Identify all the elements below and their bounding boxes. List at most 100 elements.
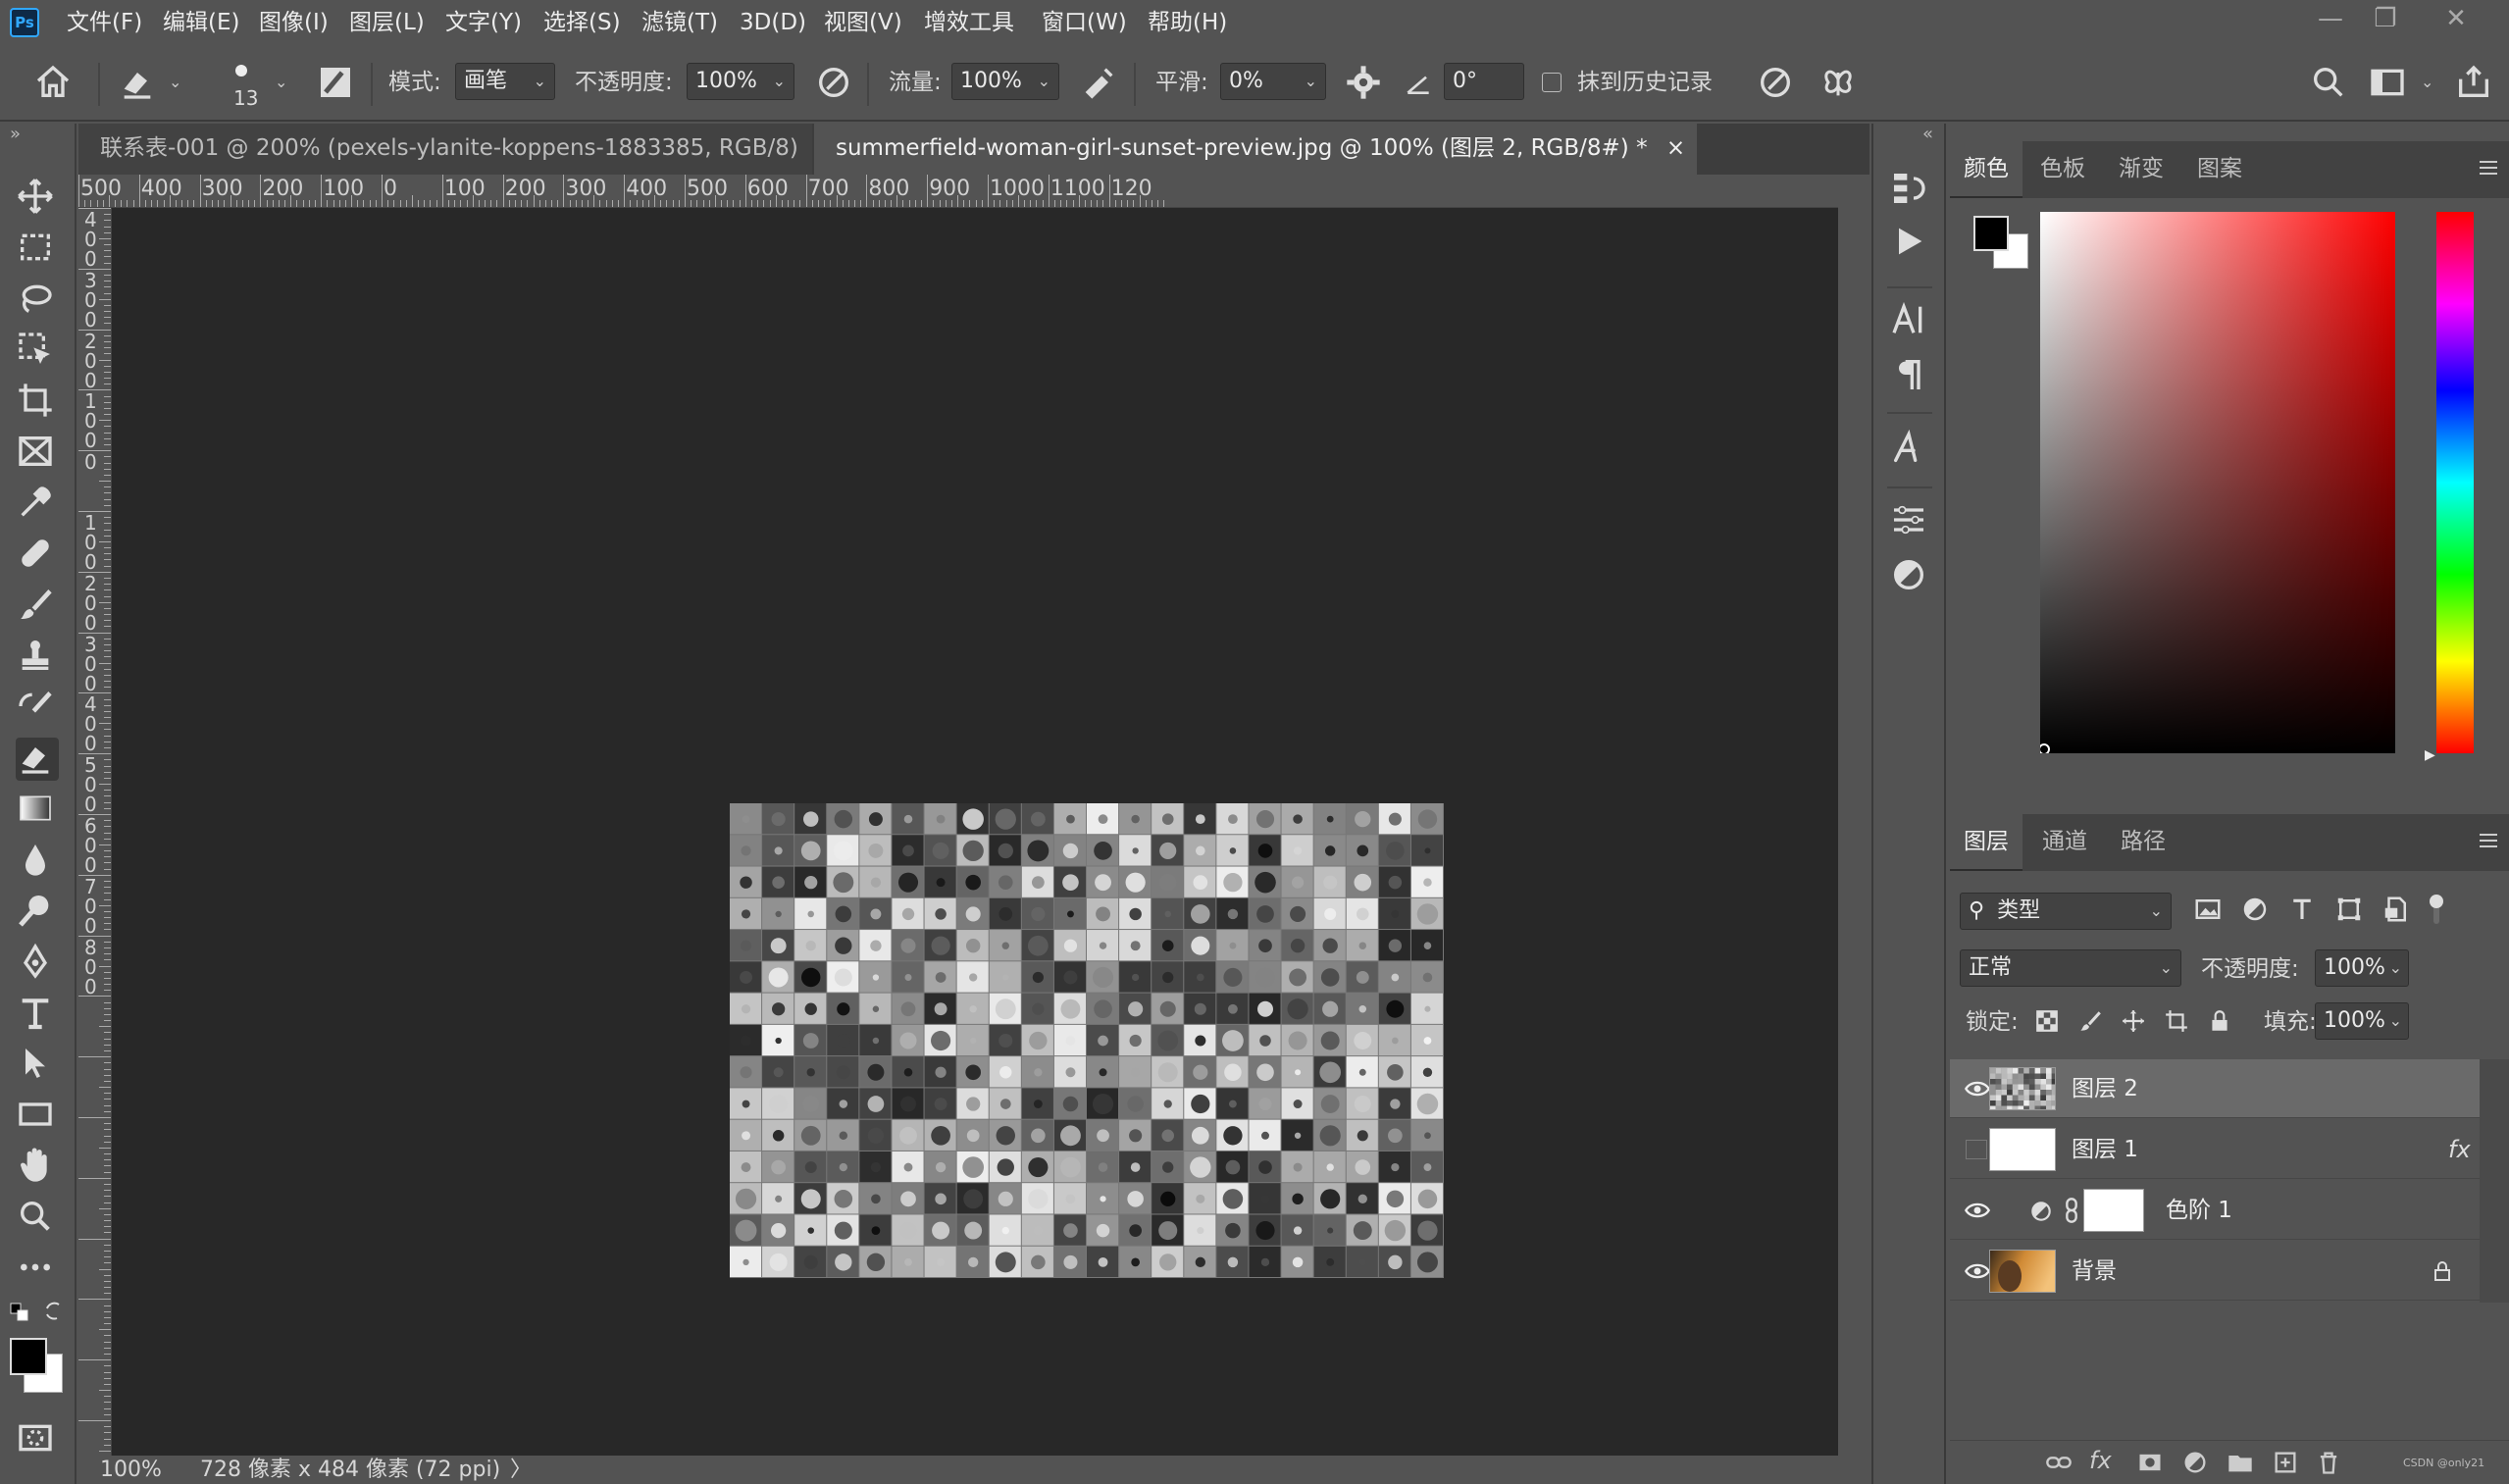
dodge-tool-icon[interactable] — [16, 891, 59, 934]
tab-color[interactable]: 颜色 — [1950, 141, 2023, 198]
pressure-size-icon[interactable] — [1756, 63, 1795, 102]
status-menu-arrow-icon[interactable]: 〉 — [510, 1456, 532, 1484]
close-tab-icon[interactable]: × — [1666, 135, 1685, 161]
smoothing-field[interactable]: 0% ⌄ — [1220, 63, 1326, 100]
lock-artboard-icon[interactable] — [2164, 1008, 2189, 1034]
tab-patterns[interactable]: 图案 — [2183, 141, 2256, 198]
menu-plugins[interactable]: 增效工具 — [924, 0, 1014, 45]
brush-dot-icon[interactable] — [231, 61, 251, 80]
panel-menu-icon[interactable] — [2478, 830, 2499, 851]
angle-field[interactable]: 0° — [1444, 63, 1524, 100]
menu-help[interactable]: 帮助(H) — [1148, 0, 1227, 45]
layer-row-levels-1[interactable]: 色阶 1 — [1950, 1181, 2480, 1240]
layers-scrollbar[interactable] — [2480, 1059, 2509, 1303]
search-icon[interactable] — [2309, 63, 2348, 102]
lock-position-move-icon[interactable] — [2121, 1008, 2146, 1034]
canvas-area[interactable] — [112, 208, 1838, 1456]
layer-row-layer-2[interactable]: 图层 2 — [1950, 1059, 2480, 1118]
new-layer-icon[interactable] — [2272, 1449, 2299, 1476]
move-tool-icon[interactable] — [16, 177, 59, 220]
panel-menu-icon[interactable] — [2478, 157, 2499, 179]
fill-field[interactable]: 100% ⌄ — [2315, 1002, 2409, 1040]
menu-layer[interactable]: 图层(L) — [349, 0, 425, 45]
eye-visibility-icon[interactable] — [1964, 1199, 1991, 1222]
layer-opacity-field[interactable]: 100% ⌄ — [2315, 949, 2409, 987]
home-icon[interactable] — [33, 63, 73, 102]
airbrush-icon[interactable] — [1079, 63, 1118, 102]
collapse-arrows-icon[interactable]: » — [10, 124, 21, 144]
crop-tool-icon[interactable] — [16, 381, 59, 424]
minimize-icon[interactable]: — — [2301, 0, 2360, 39]
visibility-off-box[interactable] — [1966, 1140, 1987, 1159]
restore-icon[interactable]: ❐ — [2356, 0, 2415, 39]
layer-row-layer-1[interactable]: 图层 1 fx ⌄ — [1950, 1120, 2492, 1179]
eyedropper-tool-icon[interactable] — [16, 483, 59, 526]
type-tool-icon[interactable] — [16, 993, 59, 1036]
tab-document-2[interactable]: summerfield-woman-girl-sunset-preview.jp… — [814, 124, 1697, 175]
chevron-down-icon[interactable]: ⌄ — [275, 73, 287, 91]
brush-settings-icon[interactable] — [316, 63, 355, 102]
more-tools-icon[interactable] — [16, 1248, 59, 1291]
zoom-tool-icon[interactable] — [16, 1197, 59, 1240]
menu-3d[interactable]: 3D(D) — [740, 0, 806, 45]
color-picker-field[interactable] — [2040, 212, 2395, 753]
zoom-level[interactable]: 100% — [100, 1456, 162, 1484]
tab-paths[interactable]: 路径 — [2107, 814, 2179, 871]
paragraph-panel-icon[interactable] — [1889, 355, 1932, 398]
pressure-opacity-icon[interactable] — [814, 63, 853, 102]
history-checkbox[interactable] — [1542, 73, 1562, 92]
menu-file[interactable]: 文件(F) — [67, 0, 142, 45]
character-panel-icon[interactable] — [1889, 300, 1932, 343]
layer-row-background[interactable]: 背景 — [1950, 1242, 2480, 1301]
eye-visibility-icon[interactable] — [1964, 1259, 1991, 1283]
layer-name[interactable]: 背景 — [2072, 1242, 2117, 1301]
mode-select[interactable]: 画笔 ⌄ — [455, 63, 555, 100]
workspace-icon[interactable] — [2368, 63, 2407, 102]
menu-view[interactable]: 视图(V) — [824, 0, 902, 45]
filter-adjustment-icon[interactable] — [2240, 895, 2270, 924]
share-icon[interactable] — [2454, 63, 2493, 102]
symmetry-butterfly-icon[interactable] — [1818, 63, 1858, 102]
layer-mask-thumbnail[interactable] — [2083, 1189, 2144, 1232]
layer-name[interactable]: 图层 2 — [2072, 1059, 2138, 1118]
filter-type-icon[interactable] — [2287, 895, 2317, 924]
default-colors-icon[interactable] — [10, 1303, 29, 1322]
document-image-contact-sheet[interactable] — [730, 803, 1444, 1278]
clone-stamp-tool-icon[interactable] — [16, 636, 59, 679]
tab-swatches[interactable]: 色板 — [2026, 141, 2099, 198]
quick-mask-icon[interactable] — [16, 1418, 59, 1461]
layer-filter-select[interactable]: ⚲ 类型 ⌄ — [1960, 893, 2172, 930]
path-selection-tool-icon[interactable] — [16, 1044, 59, 1087]
tab-layers[interactable]: 图层 — [1950, 814, 2023, 871]
filter-pixel-icon[interactable] — [2193, 895, 2223, 924]
flow-field[interactable]: 100% ⌄ — [951, 63, 1059, 100]
link-layers-icon[interactable] — [2044, 1449, 2074, 1476]
add-layer-style-fx-icon[interactable]: fx — [2089, 1447, 2112, 1474]
close-window-icon[interactable]: ✕ — [2427, 0, 2485, 39]
filter-smart-object-icon[interactable] — [2381, 895, 2411, 924]
gear-icon[interactable] — [1344, 63, 1383, 102]
brush-tool-icon[interactable] — [16, 585, 59, 628]
eraser-tool-preset-icon[interactable] — [118, 63, 157, 102]
eye-visibility-icon[interactable] — [1964, 1077, 1991, 1100]
collapse-arrows-icon[interactable]: « — [1922, 124, 1933, 144]
lock-pixels-brush-icon[interactable] — [2077, 1008, 2103, 1034]
menu-type[interactable]: 文字(Y) — [445, 0, 522, 45]
menu-window[interactable]: 窗口(W) — [1042, 0, 1127, 45]
add-mask-icon[interactable] — [2136, 1449, 2164, 1476]
rectangle-tool-icon[interactable] — [16, 1095, 59, 1138]
blur-tool-icon[interactable] — [16, 840, 59, 883]
new-adjustment-icon[interactable] — [2181, 1449, 2209, 1476]
foreground-color-swatch[interactable] — [10, 1338, 47, 1375]
actions-play-icon[interactable] — [1889, 222, 1932, 265]
filter-toggle-switch[interactable] — [2429, 893, 2444, 926]
filter-shape-icon[interactable] — [2334, 895, 2364, 924]
tab-channels[interactable]: 通道 — [2028, 814, 2101, 871]
delete-layer-trash-icon[interactable] — [2315, 1449, 2342, 1476]
eraser-tool-icon[interactable] — [16, 738, 59, 781]
panel-foreground-swatch[interactable] — [1973, 216, 2009, 251]
hand-tool-icon[interactable] — [16, 1146, 59, 1189]
hue-slider-handle-icon[interactable]: ▶ — [2425, 747, 2435, 763]
adjustments-panel-icon[interactable] — [1889, 555, 1932, 598]
pen-tool-icon[interactable] — [16, 942, 59, 985]
